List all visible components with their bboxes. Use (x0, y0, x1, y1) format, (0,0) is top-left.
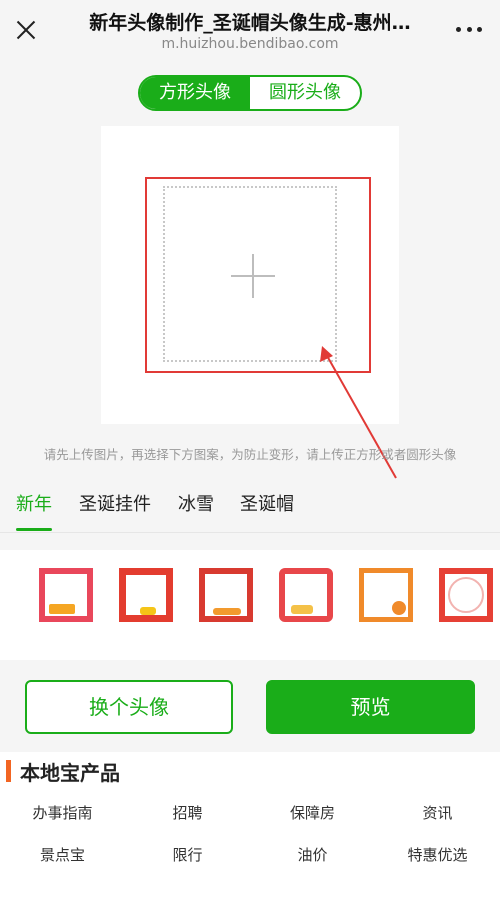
frame-decoration (392, 601, 406, 615)
change-avatar-button[interactable]: 换个头像 (25, 680, 233, 734)
link-oil-price[interactable]: 油价 (250, 844, 375, 865)
local-products-section: 本地宝产品 办事指南 招聘 保障房 资讯 景点宝 限行 油价 特惠优选 (0, 752, 500, 911)
frame-decoration (140, 607, 156, 615)
frame-decoration (49, 604, 75, 614)
avatar-canvas (101, 126, 399, 424)
divider (0, 532, 500, 533)
link-housing[interactable]: 保障房 (250, 802, 375, 823)
link-guide[interactable]: 办事指南 (0, 802, 125, 823)
active-tab-indicator (16, 528, 52, 531)
frame-option-1[interactable] (39, 568, 93, 622)
link-traffic-restriction[interactable]: 限行 (125, 844, 250, 865)
frame-option-6[interactable] (439, 568, 493, 622)
tab-christmas-hat[interactable]: 圣诞帽 (240, 490, 294, 516)
shape-toggle: 方形头像 圆形头像 (138, 75, 362, 111)
top-bar: 新年头像制作_圣诞帽头像生成-惠州… m.huizhou.bendibao.co… (0, 0, 500, 62)
page-url: m.huizhou.bendibao.com (161, 36, 339, 52)
tab-new-year[interactable]: 新年 (16, 490, 52, 516)
link-jobs[interactable]: 招聘 (125, 802, 250, 823)
preview-button[interactable]: 预览 (266, 680, 475, 734)
plus-icon (231, 254, 275, 298)
link-news[interactable]: 资讯 (375, 802, 500, 823)
frame-decoration (213, 608, 241, 615)
upload-image-area[interactable] (163, 186, 337, 362)
section-title: 本地宝产品 (20, 761, 120, 785)
upload-hint: 请先上传图片，再选择下方图案，为防止变形，请上传正方形或者圆形头像 (43, 447, 457, 462)
square-avatar-tab[interactable]: 方形头像 (140, 77, 250, 109)
category-tabs: 新年 圣诞挂件 冰雪 圣诞帽 (0, 482, 500, 532)
frame-option-4[interactable] (279, 568, 333, 622)
link-deals[interactable]: 特惠优选 (375, 844, 500, 865)
frame-option-3[interactable] (199, 568, 253, 622)
tab-christmas-pendant[interactable]: 圣诞挂件 (79, 490, 151, 516)
more-options-icon[interactable] (456, 27, 482, 35)
link-attractions[interactable]: 景点宝 (0, 844, 125, 865)
frame-option-2[interactable] (119, 568, 173, 622)
round-avatar-tab[interactable]: 圆形头像 (250, 77, 360, 109)
close-icon[interactable] (12, 16, 40, 44)
tab-ice-snow[interactable]: 冰雪 (178, 490, 214, 516)
section-accent-bar (6, 760, 11, 782)
frame-option-5[interactable] (359, 568, 413, 622)
frame-decoration (291, 605, 313, 614)
frame-list (0, 550, 500, 660)
frame-decoration (448, 577, 484, 613)
page-title: 新年头像制作_圣诞帽头像生成-惠州… (89, 12, 411, 34)
